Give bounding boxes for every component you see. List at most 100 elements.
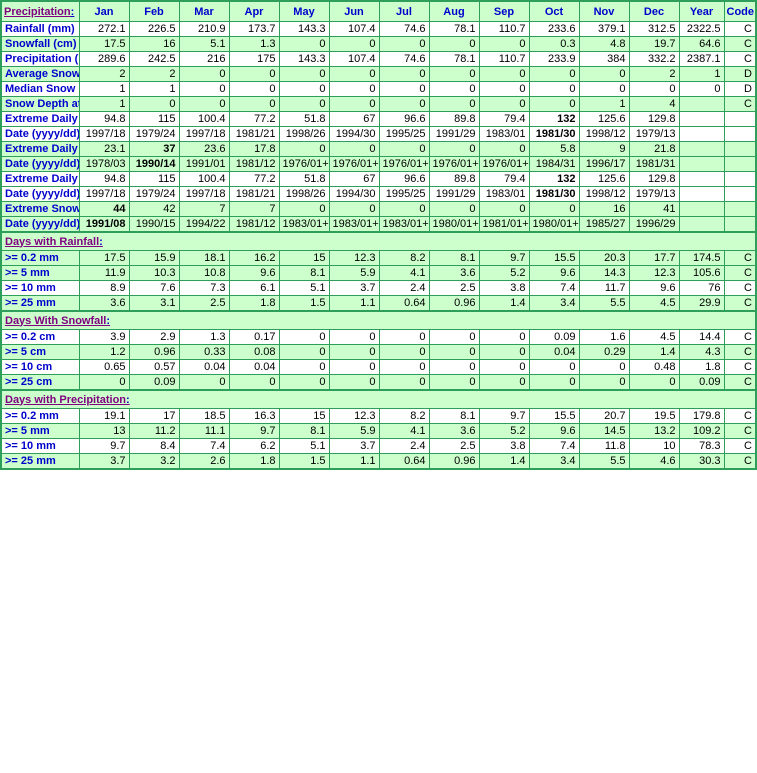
table-row: >= 25 mm 3.6 3.1 2.5 1.8 1.5 1.1 0.64 0.96 1.4 3.4… bbox=[0, 295, 757, 312]
cell-may: 8.1 bbox=[278, 265, 330, 281]
cell-year: 174.5 bbox=[678, 250, 725, 266]
cell-mar: 23.6 bbox=[178, 141, 230, 157]
cell-dec: 12.3 bbox=[628, 265, 680, 281]
cell-jul: 96.6 bbox=[378, 111, 430, 127]
cell-oct: 1981/30 bbox=[528, 126, 580, 142]
cell-oct: 0 bbox=[528, 201, 580, 217]
cell-jun: 0 bbox=[328, 359, 380, 375]
cell-code bbox=[723, 171, 757, 187]
cell-apr: 77.2 bbox=[228, 111, 280, 127]
table-row: >= 5 cm 1.2 0.96 0.33 0.08 0 0 0 0 0 0.04 0.29 1.4 4.… bbox=[0, 344, 757, 360]
row-label: Date (yyyy/dd) bbox=[0, 126, 80, 142]
cell-jun: 0 bbox=[328, 66, 380, 82]
cell-sep: 0 bbox=[478, 81, 530, 97]
cell-dec: 19.5 bbox=[628, 408, 680, 424]
cell-dec: 129.8 bbox=[628, 171, 680, 187]
cell-mar: 0 bbox=[178, 96, 230, 112]
cell-sep: 0 bbox=[478, 344, 530, 360]
cell-apr: 0 bbox=[228, 81, 280, 97]
cell-code bbox=[723, 141, 757, 157]
section-banner-label: Days with Precipitation: bbox=[0, 389, 757, 409]
cell-dec: 0.48 bbox=[628, 359, 680, 375]
cell-jul: 4.1 bbox=[378, 423, 430, 439]
cell-aug: 0 bbox=[428, 81, 480, 97]
cell-jun: 1983/01+ bbox=[328, 216, 380, 233]
cell-apr: 1981/12 bbox=[228, 156, 280, 172]
column-header-may: May bbox=[278, 0, 330, 22]
cell-oct: 15.5 bbox=[528, 408, 580, 424]
cell-code: C bbox=[723, 423, 757, 439]
cell-aug: 1976/01+ bbox=[428, 156, 480, 172]
cell-code: C bbox=[723, 359, 757, 375]
section-banner-row: Days with Precipitation: bbox=[0, 389, 757, 409]
cell-year bbox=[678, 201, 725, 217]
cell-may: 1.5 bbox=[278, 295, 330, 312]
cell-dec: 0 bbox=[628, 81, 680, 97]
cell-nov: 16 bbox=[578, 201, 630, 217]
cell-sep: 1983/01 bbox=[478, 186, 530, 202]
cell-aug: 78.1 bbox=[428, 51, 480, 67]
cell-may: 15 bbox=[278, 250, 330, 266]
cell-jan: 1 bbox=[78, 96, 130, 112]
row-label: >= 25 cm bbox=[0, 374, 80, 391]
cell-oct: 1984/31 bbox=[528, 156, 580, 172]
cell-may: 0 bbox=[278, 374, 330, 391]
cell-jan: 17.5 bbox=[78, 250, 130, 266]
cell-jul: 0 bbox=[378, 374, 430, 391]
cell-mar: 210.9 bbox=[178, 21, 230, 37]
cell-aug: 0 bbox=[428, 344, 480, 360]
column-header-apr: Apr bbox=[228, 0, 280, 22]
column-header-jul: Jul bbox=[378, 0, 430, 22]
cell-code bbox=[723, 201, 757, 217]
cell-jan: 3.9 bbox=[78, 329, 130, 345]
cell-jul: 0 bbox=[378, 96, 430, 112]
cell-feb: 10.3 bbox=[128, 265, 180, 281]
cell-jan: 0.65 bbox=[78, 359, 130, 375]
cell-aug: 0 bbox=[428, 36, 480, 52]
cell-may: 143.3 bbox=[278, 21, 330, 37]
cell-aug: 3.6 bbox=[428, 423, 480, 439]
row-label: Date (yyyy/dd) bbox=[0, 156, 80, 172]
cell-nov: 11.7 bbox=[578, 280, 630, 296]
cell-jun: 0 bbox=[328, 344, 380, 360]
cell-dec: 2 bbox=[628, 66, 680, 82]
cell-feb: 226.5 bbox=[128, 21, 180, 37]
cell-mar: 7.4 bbox=[178, 438, 230, 454]
cell-jun: 0 bbox=[328, 36, 380, 52]
cell-oct: 0 bbox=[528, 374, 580, 391]
cell-jun: 3.7 bbox=[328, 438, 380, 454]
cell-code: D bbox=[723, 81, 757, 97]
cell-jan: 0 bbox=[78, 374, 130, 391]
cell-sep: 0 bbox=[478, 374, 530, 391]
cell-apr: 17.8 bbox=[228, 141, 280, 157]
cell-may: 0 bbox=[278, 96, 330, 112]
cell-year: 30.3 bbox=[678, 453, 725, 470]
cell-dec: 13.2 bbox=[628, 423, 680, 439]
cell-nov: 0.29 bbox=[578, 344, 630, 360]
cell-may: 0 bbox=[278, 329, 330, 345]
table-row: Extreme Daily Snowfall (cm)23.13723.617.… bbox=[0, 141, 757, 157]
cell-apr: 0 bbox=[228, 374, 280, 391]
cell-year: 1 bbox=[678, 66, 725, 82]
cell-aug: 8.1 bbox=[428, 408, 480, 424]
cell-mar: 0.04 bbox=[178, 359, 230, 375]
cell-may: 143.3 bbox=[278, 51, 330, 67]
cell-feb: 42 bbox=[128, 201, 180, 217]
cell-oct: 15.5 bbox=[528, 250, 580, 266]
cell-jan: 1.2 bbox=[78, 344, 130, 360]
cell-aug: 0.96 bbox=[428, 453, 480, 470]
cell-nov: 1996/17 bbox=[578, 156, 630, 172]
cell-may: 51.8 bbox=[278, 111, 330, 127]
cell-mar: 5.1 bbox=[178, 36, 230, 52]
cell-jun: 0 bbox=[328, 374, 380, 391]
cell-may: 1983/01+ bbox=[278, 216, 330, 233]
cell-apr: 1981/21 bbox=[228, 126, 280, 142]
row-label: Date (yyyy/dd) bbox=[0, 186, 80, 202]
cell-jun: 5.9 bbox=[328, 423, 380, 439]
cell-jun: 0 bbox=[328, 141, 380, 157]
cell-sep: 1983/01 bbox=[478, 126, 530, 142]
table-row: Average Snow Depth (cm)2200000000021D bbox=[0, 66, 757, 82]
cell-aug: 0 bbox=[428, 141, 480, 157]
table-row: Extreme Daily Rainfall (mm)94.8115100.47… bbox=[0, 111, 757, 127]
cell-sep: 1.4 bbox=[478, 295, 530, 312]
